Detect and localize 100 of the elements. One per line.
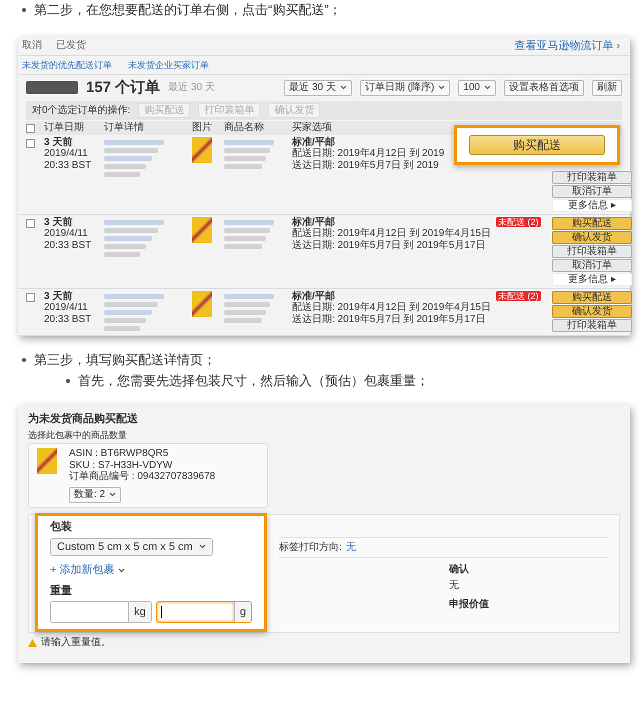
action-button[interactable]: 取消订单	[552, 184, 632, 198]
order-age: 3 天前	[44, 136, 74, 148]
caret-icon	[438, 85, 446, 90]
caret-icon	[109, 492, 116, 498]
blurred-text	[224, 236, 266, 241]
package-select[interactable]: Custom 5 cm x 5 cm x 5 cm	[50, 538, 213, 556]
tab[interactable]: 已发货	[56, 40, 86, 52]
column-header: 订单日期	[44, 122, 85, 134]
step-text: 第三步，填写购买配送详情页；	[34, 352, 216, 369]
blurred-text	[104, 326, 140, 331]
quantity-dropdown[interactable]: 数量: 2	[69, 486, 122, 503]
ship-date: 配送日期: 2019年4月12日 到 2019年4月15日	[292, 228, 492, 240]
filter-link[interactable]: 未发货企业买家订单	[128, 60, 209, 70]
buy-shipping-button[interactable]: 购买配送	[469, 134, 605, 155]
action-button[interactable]: 确认发货	[552, 230, 632, 244]
sku-text: SKU : S7-H33H-VDYW	[69, 460, 174, 471]
column-header: 商品名称	[224, 122, 265, 134]
filter-link[interactable]: 未发货的优先配送订单	[22, 60, 112, 70]
delivery-date: 送达日期: 2019年5月7日 到 2019年5月17日	[292, 240, 486, 252]
delivery-date: 送达日期: 2019年5月7日 到 2019年5月17日	[292, 314, 486, 326]
blurred-text	[104, 318, 146, 323]
blurred-text	[224, 156, 266, 161]
bulk-action-button: 购买配送	[138, 103, 190, 118]
caret-icon	[118, 568, 126, 573]
package-label: 包装	[50, 520, 73, 534]
dropdown[interactable]: 100	[458, 80, 496, 96]
warning-icon	[28, 639, 37, 648]
product-thumbnail	[192, 136, 212, 163]
checkbox[interactable]	[26, 124, 35, 134]
action-button[interactable]: 购买配送	[552, 216, 632, 230]
add-package-link[interactable]: + 添加新包裹	[50, 564, 252, 577]
section-label: 选择此包裹中的商品数量	[28, 430, 128, 440]
order-date: 2019/4/11	[44, 148, 89, 160]
blurred-text	[104, 220, 164, 225]
order-item-id: 订单商品编号 : 09432707839678	[69, 471, 216, 483]
period-text: 最近 30 天	[168, 82, 215, 94]
blurred-text	[224, 148, 270, 153]
warning-text: 请输入重量值。	[41, 637, 111, 649]
weight-field[interactable]: g	[156, 601, 252, 624]
caret-icon	[198, 544, 206, 550]
blurred-text	[104, 294, 164, 299]
blurred-text	[104, 252, 140, 257]
column-header: 买家选项	[292, 122, 333, 134]
order-date: 2019/4/11	[44, 302, 89, 314]
checkbox[interactable]	[26, 292, 35, 302]
ship-date: 配送日期: 2019年4月12日 到 2019	[292, 148, 446, 160]
step-text: 首先，您需要先选择包装尺寸，然后输入（预估）包裹重量；	[78, 372, 429, 390]
action-button[interactable]: 打印装箱单	[552, 318, 632, 332]
blurred-text	[104, 156, 152, 161]
product-thumbnail	[192, 290, 212, 317]
blurred-text	[104, 140, 164, 145]
delivery-date: 送达日期: 2019年5月7日 到 2019	[292, 160, 440, 172]
action-button[interactable]: 取消订单	[552, 258, 632, 272]
column-header: 订单详情	[104, 122, 145, 134]
more-info-link[interactable]: 更多信息 ▸	[552, 272, 632, 286]
toolbar-button[interactable]: 设置表格首选项	[504, 80, 584, 96]
blurred-text	[224, 244, 262, 249]
toolbar-button[interactable]: 刷新	[592, 80, 622, 96]
shipping-service: 标准/平邮	[292, 216, 336, 228]
order-age: 3 天前	[44, 216, 74, 228]
blurred-text	[224, 302, 270, 307]
dropdown[interactable]: 订单日期 (降序)	[360, 80, 450, 96]
blurred-text	[224, 140, 274, 145]
bulk-action-button: 打印装箱单	[198, 103, 260, 118]
fba-orders-link[interactable]: 查看亚马逊物流订单 ›	[514, 40, 620, 53]
orientation-link[interactable]: 无	[346, 542, 356, 554]
status-badge: 未配送 (2)	[496, 290, 540, 301]
order-time: 20:33 BST	[44, 240, 92, 252]
blurred-text	[104, 310, 152, 315]
blurred-text	[224, 228, 270, 233]
action-button[interactable]: 确认发货	[552, 304, 632, 318]
order-time: 20:33 BST	[44, 314, 92, 326]
blurred-text	[104, 228, 158, 233]
weight-field[interactable]: kg	[50, 601, 152, 624]
product-thumbnail	[37, 448, 57, 474]
tab[interactable]: 取消	[22, 40, 42, 52]
caret-icon	[340, 85, 347, 90]
bullet-icon	[22, 8, 26, 12]
checkbox[interactable]	[26, 218, 35, 228]
blurred-text	[224, 310, 266, 315]
action-button[interactable]: 购买配送	[552, 290, 632, 304]
bulk-label: 对0个选定订单的操作:	[32, 104, 130, 116]
blurred-text	[224, 318, 262, 323]
orientation-label: 标签打印方向:	[279, 542, 342, 554]
blurred-text	[104, 172, 140, 177]
blurred-text	[224, 164, 262, 169]
action-button[interactable]: 打印装箱单	[552, 170, 632, 184]
order-time: 20:33 BST	[44, 160, 92, 172]
dropdown[interactable]: 最近 30 天	[284, 80, 352, 96]
status-badge: 未配送 (2)	[496, 216, 540, 227]
more-info-link[interactable]: 更多信息 ▸	[552, 198, 632, 212]
declared-value-label: 申报价值	[449, 599, 490, 611]
checkbox[interactable]	[26, 138, 35, 148]
action-button[interactable]: 打印装箱单	[552, 244, 632, 258]
blurred-text	[224, 294, 274, 299]
order-age: 3 天前	[44, 290, 74, 302]
bullet-icon	[22, 358, 26, 362]
confirm-label: 确认	[449, 564, 470, 576]
column-header: 图片	[192, 122, 213, 134]
bulk-action-button: 确认发货	[268, 103, 320, 118]
